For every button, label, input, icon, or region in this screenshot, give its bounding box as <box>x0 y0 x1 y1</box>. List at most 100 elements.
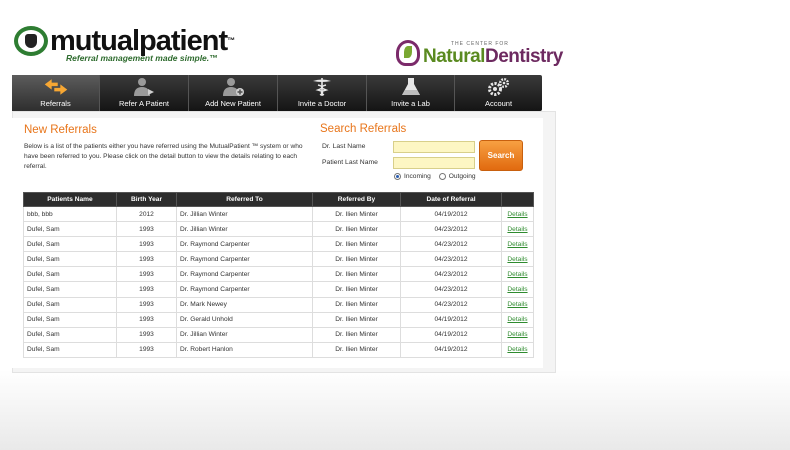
cell-action: Details <box>501 296 534 313</box>
new-referrals-description: Below is a list of the patients either y… <box>24 143 303 170</box>
details-link[interactable]: Details <box>507 346 527 353</box>
table-header-row: Patients Name Birth Year Referred To Ref… <box>23 192 534 207</box>
nav-refer-a-patient[interactable]: Refer A Patient <box>100 75 189 111</box>
details-link[interactable]: Details <box>507 316 527 323</box>
details-link[interactable]: Details <box>507 271 527 278</box>
cell-referred-by: Dr. Ilien Minter <box>312 251 401 268</box>
cell-referred-to: Dr. Mark Newey <box>176 296 313 313</box>
cell-date: 04/19/2012 <box>400 205 502 223</box>
tooth-logo-icon <box>14 26 48 56</box>
nav-invite-a-doctor[interactable]: Invite a Doctor <box>278 75 367 111</box>
cell-date: 04/19/2012 <box>400 341 502 358</box>
cell-referred-by: Dr. Ilien Minter <box>312 205 401 223</box>
details-link[interactable]: Details <box>507 211 527 218</box>
details-link[interactable]: Details <box>507 286 527 293</box>
cell-patient: Dufel, Sam <box>23 236 117 253</box>
cell-referred-by: Dr. Ilien Minter <box>312 221 401 238</box>
cell-patient: Dufel, Sam <box>23 266 117 283</box>
cell-action: Details <box>501 326 534 343</box>
table-row: bbb, bbb 2012 Dr. Jillian Winter Dr. Ili… <box>23 205 534 223</box>
search-button[interactable]: Search <box>479 140 523 171</box>
outgoing-radio[interactable] <box>438 173 446 180</box>
col-header-date-of-referral[interactable]: Date of Referral <box>400 192 502 207</box>
table-row: Dufel, Sam 1993 Dr. Robert Hanlon Dr. Il… <box>23 341 534 358</box>
table-row: Dufel, Sam 1993 Dr. Gerald Unhold Dr. Il… <box>23 311 534 328</box>
table-row: Dufel, Sam 1993 Dr. Raymond Carpenter Dr… <box>23 236 534 253</box>
cell-action: Details <box>501 221 534 238</box>
cell-date: 04/23/2012 <box>400 266 502 283</box>
table-row: Dufel, Sam 1993 Dr. Raymond Carpenter Dr… <box>23 266 534 283</box>
partner-name: NaturalDentistry <box>423 45 563 67</box>
details-link[interactable]: Details <box>507 226 527 233</box>
dr-last-name-label: Dr. Last Name <box>322 143 366 150</box>
mutualpatient-logo[interactable]: mutualpatient™ Referral management made … <box>14 25 235 63</box>
table-row: Dufel, Sam 1993 Dr. Jillian Winter Dr. I… <box>23 221 534 238</box>
cell-referred-by: Dr. Ilien Minter <box>312 296 401 313</box>
col-header-actions <box>501 192 534 207</box>
refer-patient-icon <box>131 77 157 97</box>
referrals-table: Patients Name Birth Year Referred To Ref… <box>23 192 534 358</box>
cell-action: Details <box>501 251 534 268</box>
cell-referred-to: Dr. Raymond Carpenter <box>176 236 313 253</box>
nav-referrals[interactable]: Referrals <box>12 75 100 111</box>
header: mutualpatient™ Referral management made … <box>0 0 790 75</box>
add-patient-icon <box>220 77 246 97</box>
partner-logo: THE CENTER FOR NaturalDentistry <box>396 40 563 66</box>
nav-add-new-patient[interactable]: Add New Patient <box>189 75 278 111</box>
cell-referred-to: Dr. Raymond Carpenter <box>176 251 313 268</box>
cell-referred-by: Dr. Ilien Minter <box>312 281 401 298</box>
incoming-radio[interactable] <box>394 173 401 180</box>
main-nav: Referrals Refer A Patient Add New Patien… <box>12 75 542 111</box>
cell-referred-by: Dr. Ilien Minter <box>312 266 401 283</box>
nav-account[interactable]: Account <box>455 75 542 111</box>
table-row: Dufel, Sam 1993 Dr. Raymond Carpenter Dr… <box>23 251 534 268</box>
search-referrals-title: Search Referrals <box>320 123 407 135</box>
details-link[interactable]: Details <box>507 241 527 248</box>
col-header-referred-by[interactable]: Referred By <box>312 192 401 207</box>
incoming-label: Incoming <box>404 173 431 180</box>
logo-text: mutualpatient™ <box>50 25 235 57</box>
cell-birth-year: 1993 <box>116 341 177 358</box>
cell-referred-by: Dr. Ilien Minter <box>312 341 401 358</box>
gears-icon <box>486 77 512 97</box>
cell-patient: Dufel, Sam <box>23 311 117 328</box>
col-header-referred-to[interactable]: Referred To <box>176 192 313 207</box>
col-header-patients-name[interactable]: Patients Name <box>23 192 117 207</box>
cell-date: 04/19/2012 <box>400 326 502 343</box>
cell-patient: Dufel, Sam <box>23 326 117 343</box>
cell-action: Details <box>501 266 534 283</box>
cell-date: 04/19/2012 <box>400 311 502 328</box>
nav-invite-a-lab[interactable]: Invite a Lab <box>367 75 455 111</box>
cell-action: Details <box>501 281 534 298</box>
cell-patient: Dufel, Sam <box>23 221 117 238</box>
table-row: Dufel, Sam 1993 Dr. Jillian Winter Dr. I… <box>23 326 534 343</box>
logo-tagline: Referral management made simple.™ <box>66 53 218 63</box>
col-header-birth-year[interactable]: Birth Year <box>116 192 177 207</box>
cell-birth-year: 1993 <box>116 296 177 313</box>
cell-action: Details <box>501 341 534 358</box>
details-link[interactable]: Details <box>507 331 527 338</box>
cell-referred-to: Dr. Raymond Carpenter <box>176 281 313 298</box>
patient-last-name-input[interactable] <box>393 157 475 169</box>
cell-birth-year: 1993 <box>116 221 177 238</box>
details-link[interactable]: Details <box>507 301 527 308</box>
cell-birth-year: 1993 <box>116 266 177 283</box>
cell-patient: Dufel, Sam <box>23 296 117 313</box>
arrows-icon <box>43 77 69 97</box>
details-link[interactable]: Details <box>507 256 527 263</box>
cell-referred-to: Dr. Jillian Winter <box>176 221 313 238</box>
new-referrals-title: New Referrals <box>24 124 97 136</box>
dr-last-name-input[interactable] <box>393 141 475 153</box>
cell-birth-year: 1993 <box>116 326 177 343</box>
cell-date: 04/23/2012 <box>400 281 502 298</box>
cell-patient: Dufel, Sam <box>23 281 117 298</box>
table-row: Dufel, Sam 1993 Dr. Raymond Carpenter Dr… <box>23 281 534 298</box>
cell-referred-to: Dr. Raymond Carpenter <box>176 266 313 283</box>
cell-referred-to: Dr. Jillian Winter <box>176 205 313 223</box>
cell-patient: Dufel, Sam <box>23 251 117 268</box>
cell-referred-by: Dr. Ilien Minter <box>312 236 401 253</box>
flask-icon <box>398 77 424 97</box>
cell-birth-year: 1993 <box>116 251 177 268</box>
cell-referred-by: Dr. Ilien Minter <box>312 326 401 343</box>
cell-referred-to: Dr. Gerald Unhold <box>176 311 313 328</box>
